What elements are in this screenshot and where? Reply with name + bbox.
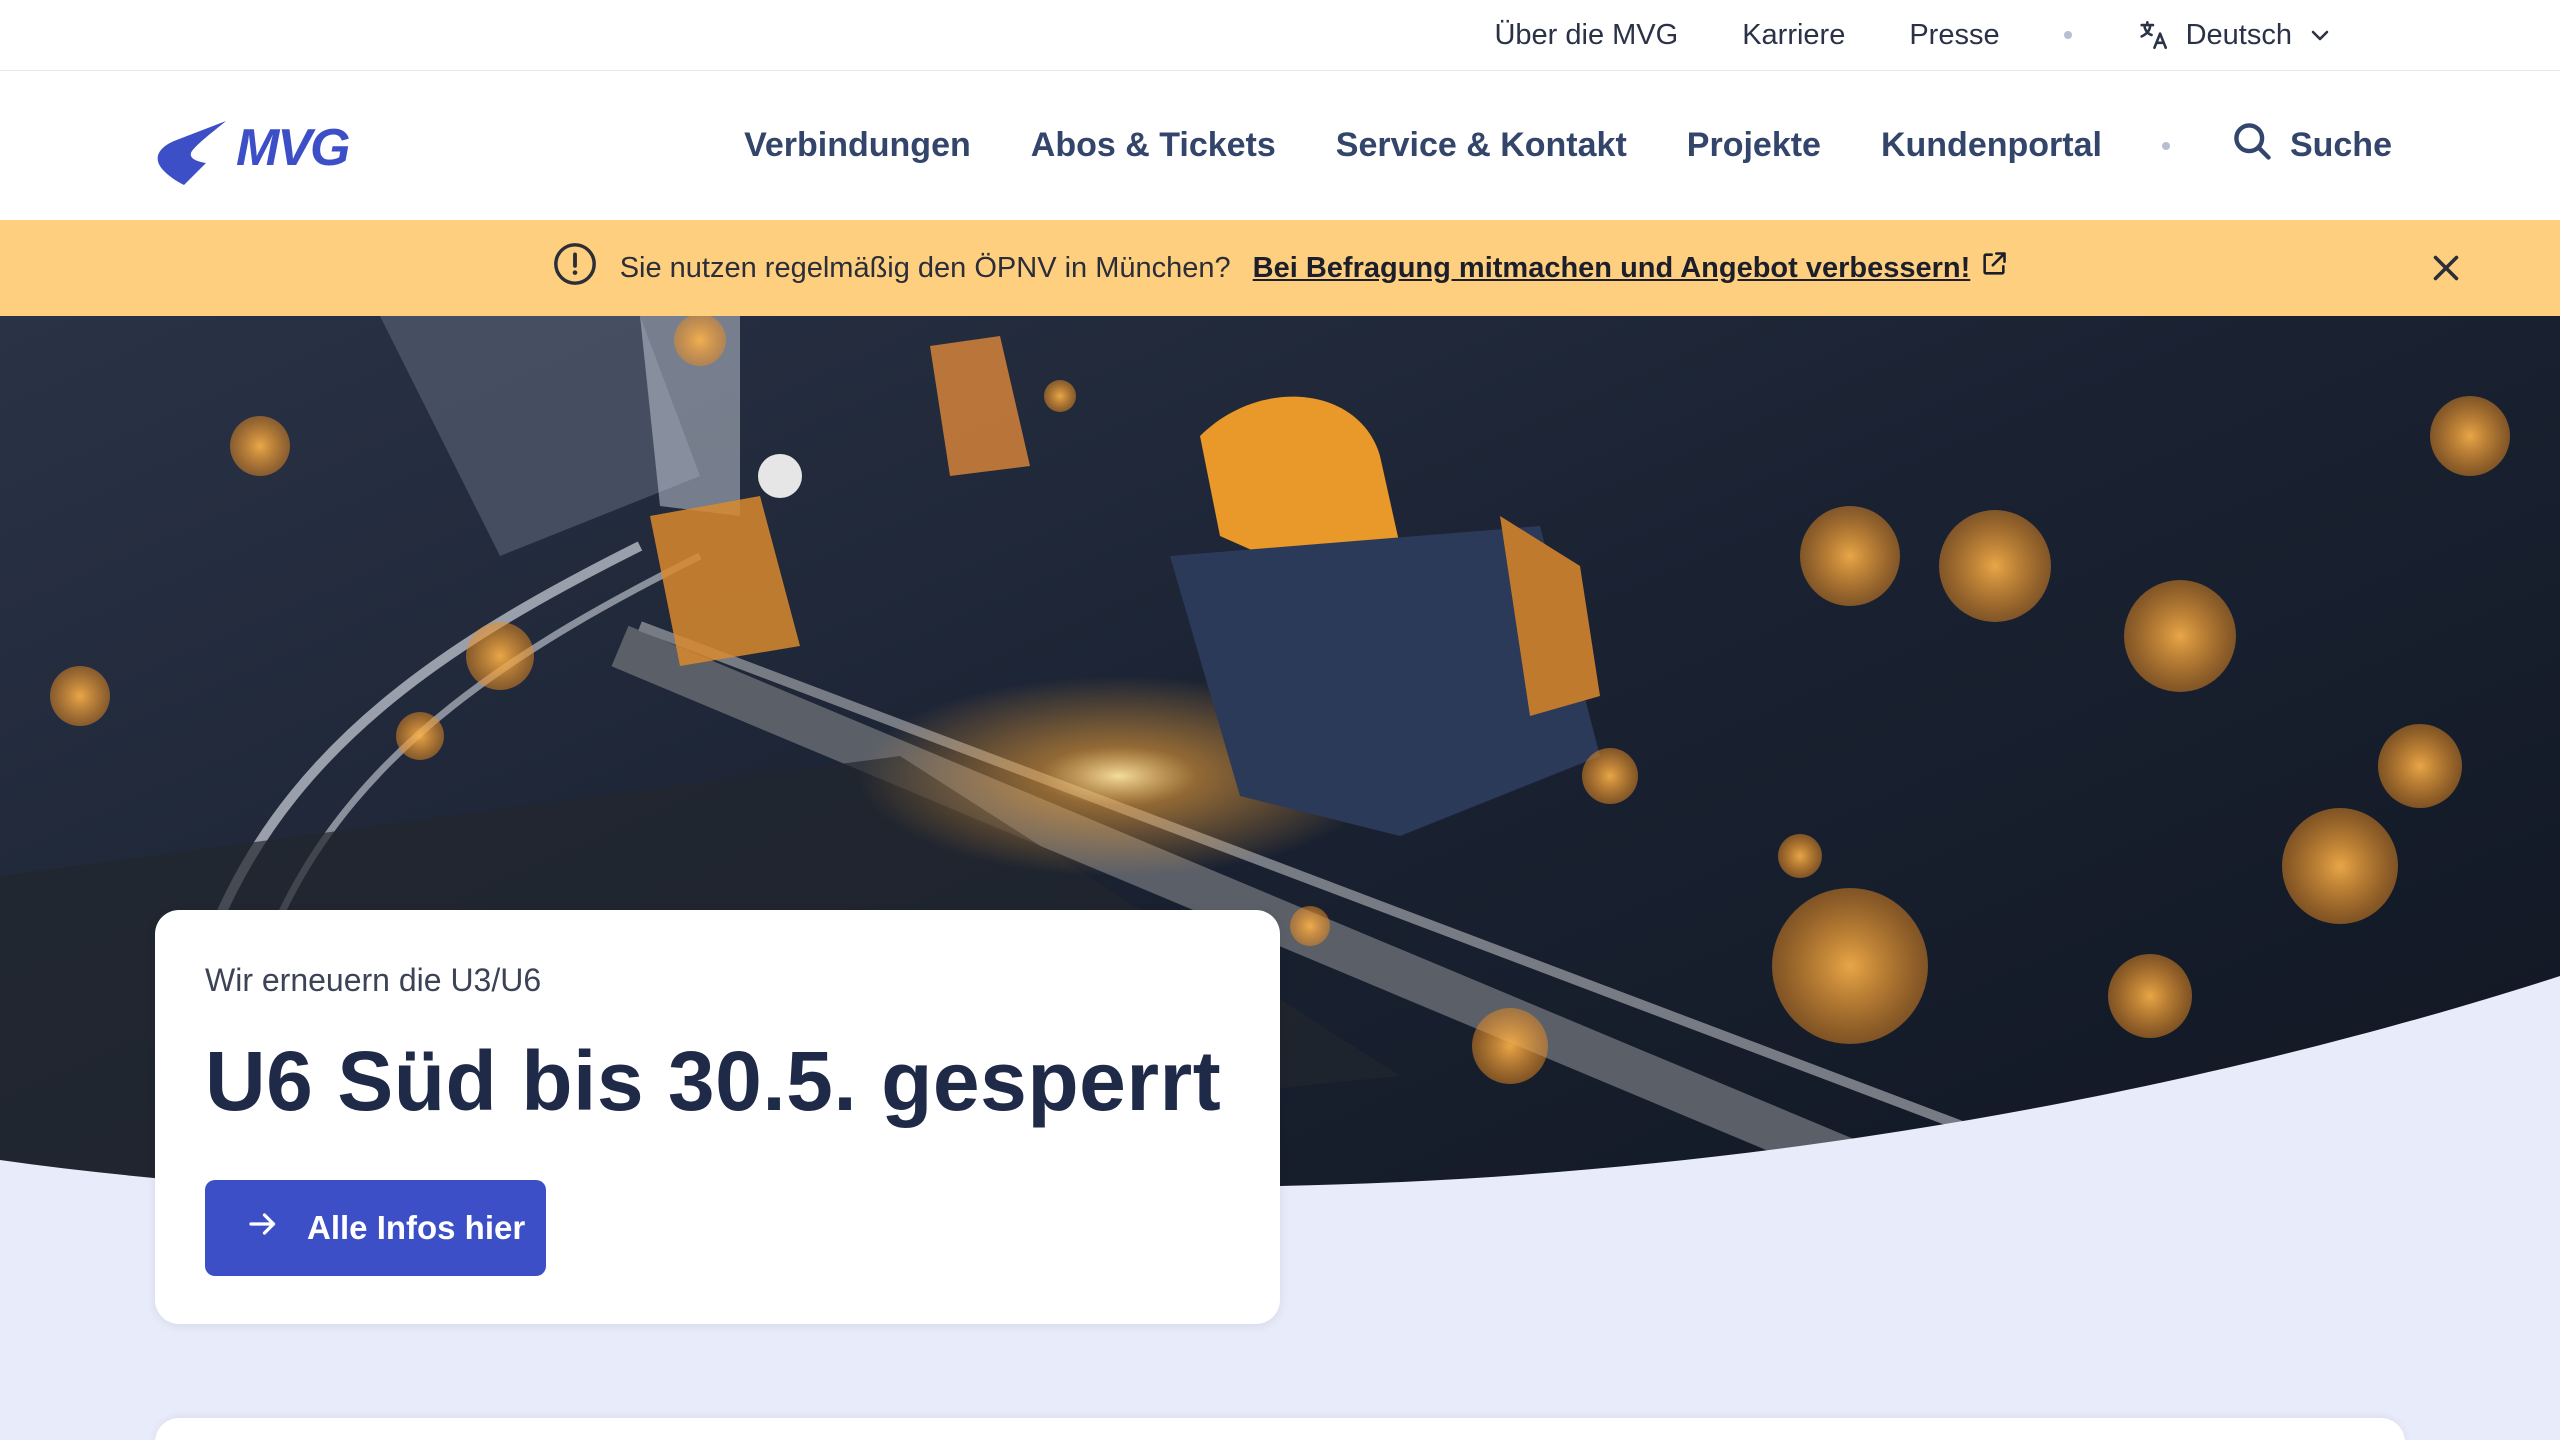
nav-kundenportal[interactable]: Kundenportal [1881, 126, 2102, 165]
utility-link-presse[interactable]: Presse [1909, 19, 1999, 52]
alle-infos-label: Alle Infos hier [307, 1209, 526, 1246]
mvg-logo[interactable]: MVG [154, 117, 414, 187]
utility-link-karriere[interactable]: Karriere [1742, 19, 1845, 52]
main-header: MVG Verbindungen Abos & Tickets Service … [0, 71, 2560, 220]
utility-bar: Über die MVG Karriere Presse Deutsch [0, 0, 2560, 71]
nav-verbindungen[interactable]: Verbindungen [744, 126, 971, 165]
separator-dot [2063, 31, 2072, 39]
nav-service-kontakt[interactable]: Service & Kontakt [1336, 126, 1627, 165]
logo-text: MVG [236, 119, 349, 177]
close-icon[interactable] [2428, 250, 2464, 286]
next-section-card [155, 1418, 2405, 1440]
hero-title: U6 Süd bis 30.5. gesperrt [205, 1034, 1222, 1128]
chevron-down-icon [2308, 23, 2332, 47]
alle-infos-button[interactable]: Alle Infos hier [205, 1180, 546, 1276]
hero-kicker: Wir erneuern die U3/U6 [205, 962, 542, 998]
alert-icon [552, 241, 598, 295]
nav-projekte[interactable]: Projekte [1687, 126, 1821, 165]
utility-nav: Über die MVG Karriere Presse Deutsch [1494, 0, 2332, 70]
external-link-icon [1980, 250, 2008, 286]
hero-section: Wir erneuern die U3/U6 U6 Süd bis 30.5. … [0, 316, 2560, 1440]
language-selector[interactable]: Deutsch [2136, 18, 2332, 52]
separator-dot [2161, 141, 2170, 150]
banner-link-text: Bei Befragung mitmachen und Angebot verb… [1252, 251, 1971, 284]
search-icon [2230, 119, 2274, 172]
main-nav: Verbindungen Abos & Tickets Service & Ko… [744, 71, 2392, 220]
banner-text: Sie nutzen regelmäßig den ÖPNV in Münche… [619, 251, 1231, 284]
language-label: Deutsch [2185, 18, 2292, 51]
hero-card: Wir erneuern die U3/U6 U6 Süd bis 30.5. … [155, 910, 1280, 1324]
survey-banner: Sie nutzen regelmäßig den ÖPNV in Münche… [0, 220, 2560, 316]
translate-icon [2136, 18, 2170, 52]
arrow-right-icon [245, 1206, 281, 1250]
utility-link-ueber[interactable]: Über die MVG [1494, 19, 1678, 52]
search-label: Suche [2289, 126, 2392, 164]
search-button[interactable]: Suche [2230, 119, 2392, 172]
banner-survey-link[interactable]: Bei Befragung mitmachen und Angebot verb… [1253, 250, 2009, 286]
nav-abos-tickets[interactable]: Abos & Tickets [1031, 126, 1276, 165]
